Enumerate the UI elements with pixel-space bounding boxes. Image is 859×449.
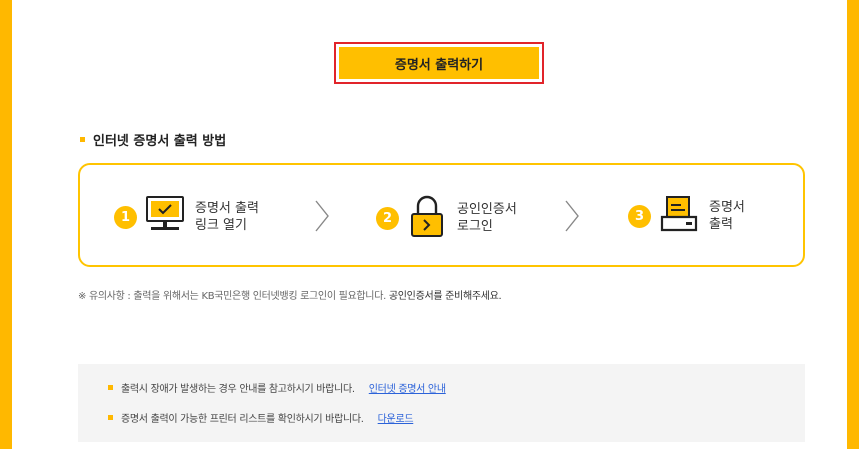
print-certificate-button[interactable]: 증명서 출력하기 [339,47,539,79]
step-number: 3 [628,204,651,228]
step-line1: 증명서 [709,200,745,215]
steps-panel: 1 증명서 출력 링크 열기 2 공인인증서 로그인 3 증명서 출력 [78,163,805,267]
info-line-1: 출력시 장애가 발생하는 경우 안내를 참고하시기 바랍니다. 인터넷 증명서 … [108,380,446,395]
chevron-right-icon [565,200,579,232]
bullet-square-icon [80,137,85,142]
info-text: 증명서 출력이 가능한 프린터 리스트를 확인하시기 바랍니다. [121,414,364,425]
step-line2: 출력 [709,217,733,232]
bullet-square-icon [108,385,113,390]
print-button-highlight: 증명서 출력하기 [334,42,544,84]
step-text: 증명서 출력 [709,199,745,233]
step-3: 3 증명서 출력 [628,194,745,238]
download-link[interactable]: 다운로드 [378,410,414,425]
step-1: 1 증명서 출력 링크 열기 [114,194,259,240]
step-line2: 로그인 [457,219,493,234]
chevron-right-icon [315,200,329,232]
notice-prefix: ※ 유의사항 : 출력을 위해서는 KB국민은행 인터넷뱅킹 로그인이 필요합니… [78,291,386,302]
step-line1: 공인인증서 [457,202,517,217]
step-line1: 증명서 출력 [195,201,259,216]
info-box: 출력시 장애가 발생하는 경우 안내를 참고하시기 바랍니다. 인터넷 증명서 … [78,364,805,442]
monitor-check-icon [145,194,185,240]
padlock-icon [407,194,447,242]
internet-certificate-guide-link[interactable]: 인터넷 증명서 안내 [369,380,446,395]
page-frame: 증명서 출력하기 인터넷 증명서 출력 방법 1 증명서 출력 링크 열기 2 … [0,0,859,449]
step-number: 2 [376,206,399,230]
info-line-2: 증명서 출력이 가능한 프린터 리스트를 확인하시기 바랍니다. 다운로드 [108,410,414,425]
bullet-square-icon [108,415,113,420]
step-2: 2 공인인증서 로그인 [376,194,517,242]
section-heading: 인터넷 증명서 출력 방법 [80,130,226,149]
step-number: 1 [114,205,137,229]
step-line2: 링크 열기 [195,218,247,233]
notice-highlight: 공인인증서를 준비해주세요. [388,291,502,302]
step-text: 증명서 출력 링크 열기 [195,200,259,234]
notice-text: ※ 유의사항 : 출력을 위해서는 KB국민은행 인터넷뱅킹 로그인이 필요합니… [78,287,502,302]
printer-icon [659,194,699,238]
info-text: 출력시 장애가 발생하는 경우 안내를 참고하시기 바랍니다. [121,384,355,395]
step-text: 공인인증서 로그인 [457,201,517,235]
section-title: 인터넷 증명서 출력 방법 [93,134,227,149]
